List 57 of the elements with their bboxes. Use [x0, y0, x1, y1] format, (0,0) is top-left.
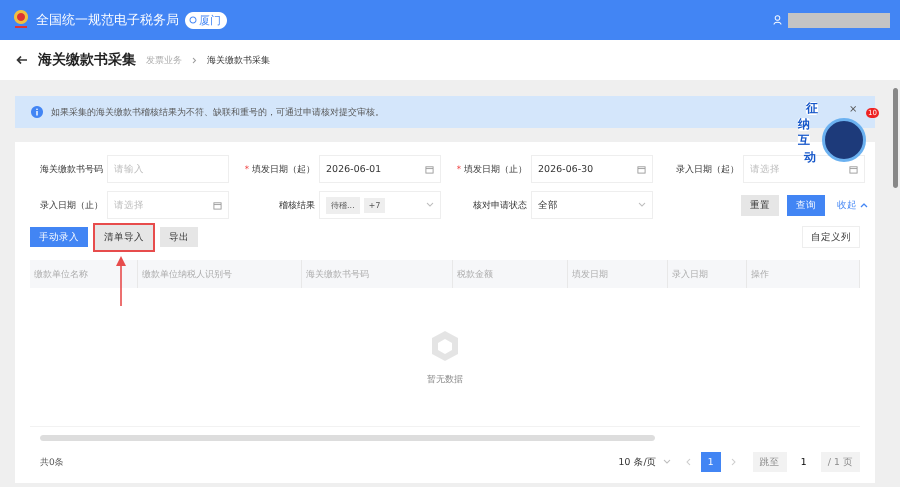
action-button[interactable]: 导出: [160, 227, 198, 247]
chevron-down-icon: [426, 202, 434, 208]
next-page-icon[interactable]: [730, 458, 737, 466]
field-label: 海关缴款书号码: [39, 164, 104, 176]
info-icon: [31, 106, 43, 118]
total-count: 共0条: [40, 456, 64, 468]
back-arrow-icon[interactable]: [16, 55, 28, 65]
field-label: 稽核结果: [278, 200, 316, 212]
calendar-icon: [849, 164, 858, 174]
customize-columns-button[interactable]: 自定义列: [802, 226, 860, 248]
field-label: 录入日期（起）: [675, 164, 740, 176]
page-size-select[interactable]: 10 条/页: [614, 456, 675, 468]
action-button[interactable]: 清单导入: [93, 222, 155, 252]
chevron-down-icon: [638, 202, 646, 208]
field-label: 核对申请状态: [472, 200, 528, 212]
field-label: 录入日期（止）: [39, 200, 104, 212]
annotation-arrow: [114, 255, 128, 307]
action-button[interactable]: 手动录入: [30, 227, 88, 247]
column-header: 填发日期: [568, 260, 668, 288]
date-field[interactable]: 2026-06-01: [319, 155, 441, 183]
select-field[interactable]: 全部: [531, 191, 653, 219]
reset-button[interactable]: 重置: [741, 194, 779, 216]
jump-input[interactable]: 1: [786, 452, 821, 472]
empty-box-icon: [429, 328, 461, 362]
chevron-down-icon: [662, 459, 671, 465]
select-field[interactable]: 待稽... +7: [319, 191, 441, 219]
user-icon[interactable]: [773, 15, 782, 25]
prev-page-icon[interactable]: [684, 458, 691, 466]
date-field[interactable]: 2026-06-30: [531, 155, 653, 183]
empty-message: 暂无数据: [427, 374, 463, 386]
info-message: 如果采集的海关缴款书稽核结果为不符、缺联和重号的，可通过申请核对提交审核。: [51, 106, 384, 118]
location-pin-icon: [189, 16, 197, 24]
field-label: * 填发日期（起）: [244, 164, 316, 176]
field-label: * 填发日期（止）: [456, 164, 528, 176]
column-header: 税款金额: [453, 260, 568, 288]
breadcrumb-link[interactable]: 海关缴款书采集: [207, 54, 270, 66]
query-button[interactable]: 查询: [787, 194, 825, 216]
jump-label: 跳至: [758, 456, 781, 468]
calendar-icon: [637, 164, 646, 174]
close-icon[interactable]: ×: [849, 104, 858, 115]
column-header: 录入日期: [668, 260, 747, 288]
column-header: 海关缴款书号码: [302, 260, 453, 288]
location-chip[interactable]: 厦门: [185, 12, 227, 28]
page-count: / 1 页: [826, 456, 854, 468]
chevron-right-icon: [192, 56, 197, 64]
chevron-up-icon: [860, 202, 868, 208]
scrollbar-thumb[interactable]: [40, 435, 655, 441]
emblem-icon: [12, 9, 30, 31]
scrollbar-thumb[interactable]: [893, 88, 898, 188]
column-header: 操作: [747, 260, 860, 288]
collapse-link[interactable]: 收起: [833, 198, 868, 212]
column-header: 缴款单位纳税人识别号: [138, 260, 302, 288]
page-button[interactable]: 1: [700, 452, 721, 472]
page-title: 海关缴款书采集: [38, 51, 136, 69]
site-title: 全国统一规范电子税务局: [36, 12, 179, 29]
calendar-icon: [425, 164, 434, 174]
calendar-icon: [213, 200, 222, 210]
